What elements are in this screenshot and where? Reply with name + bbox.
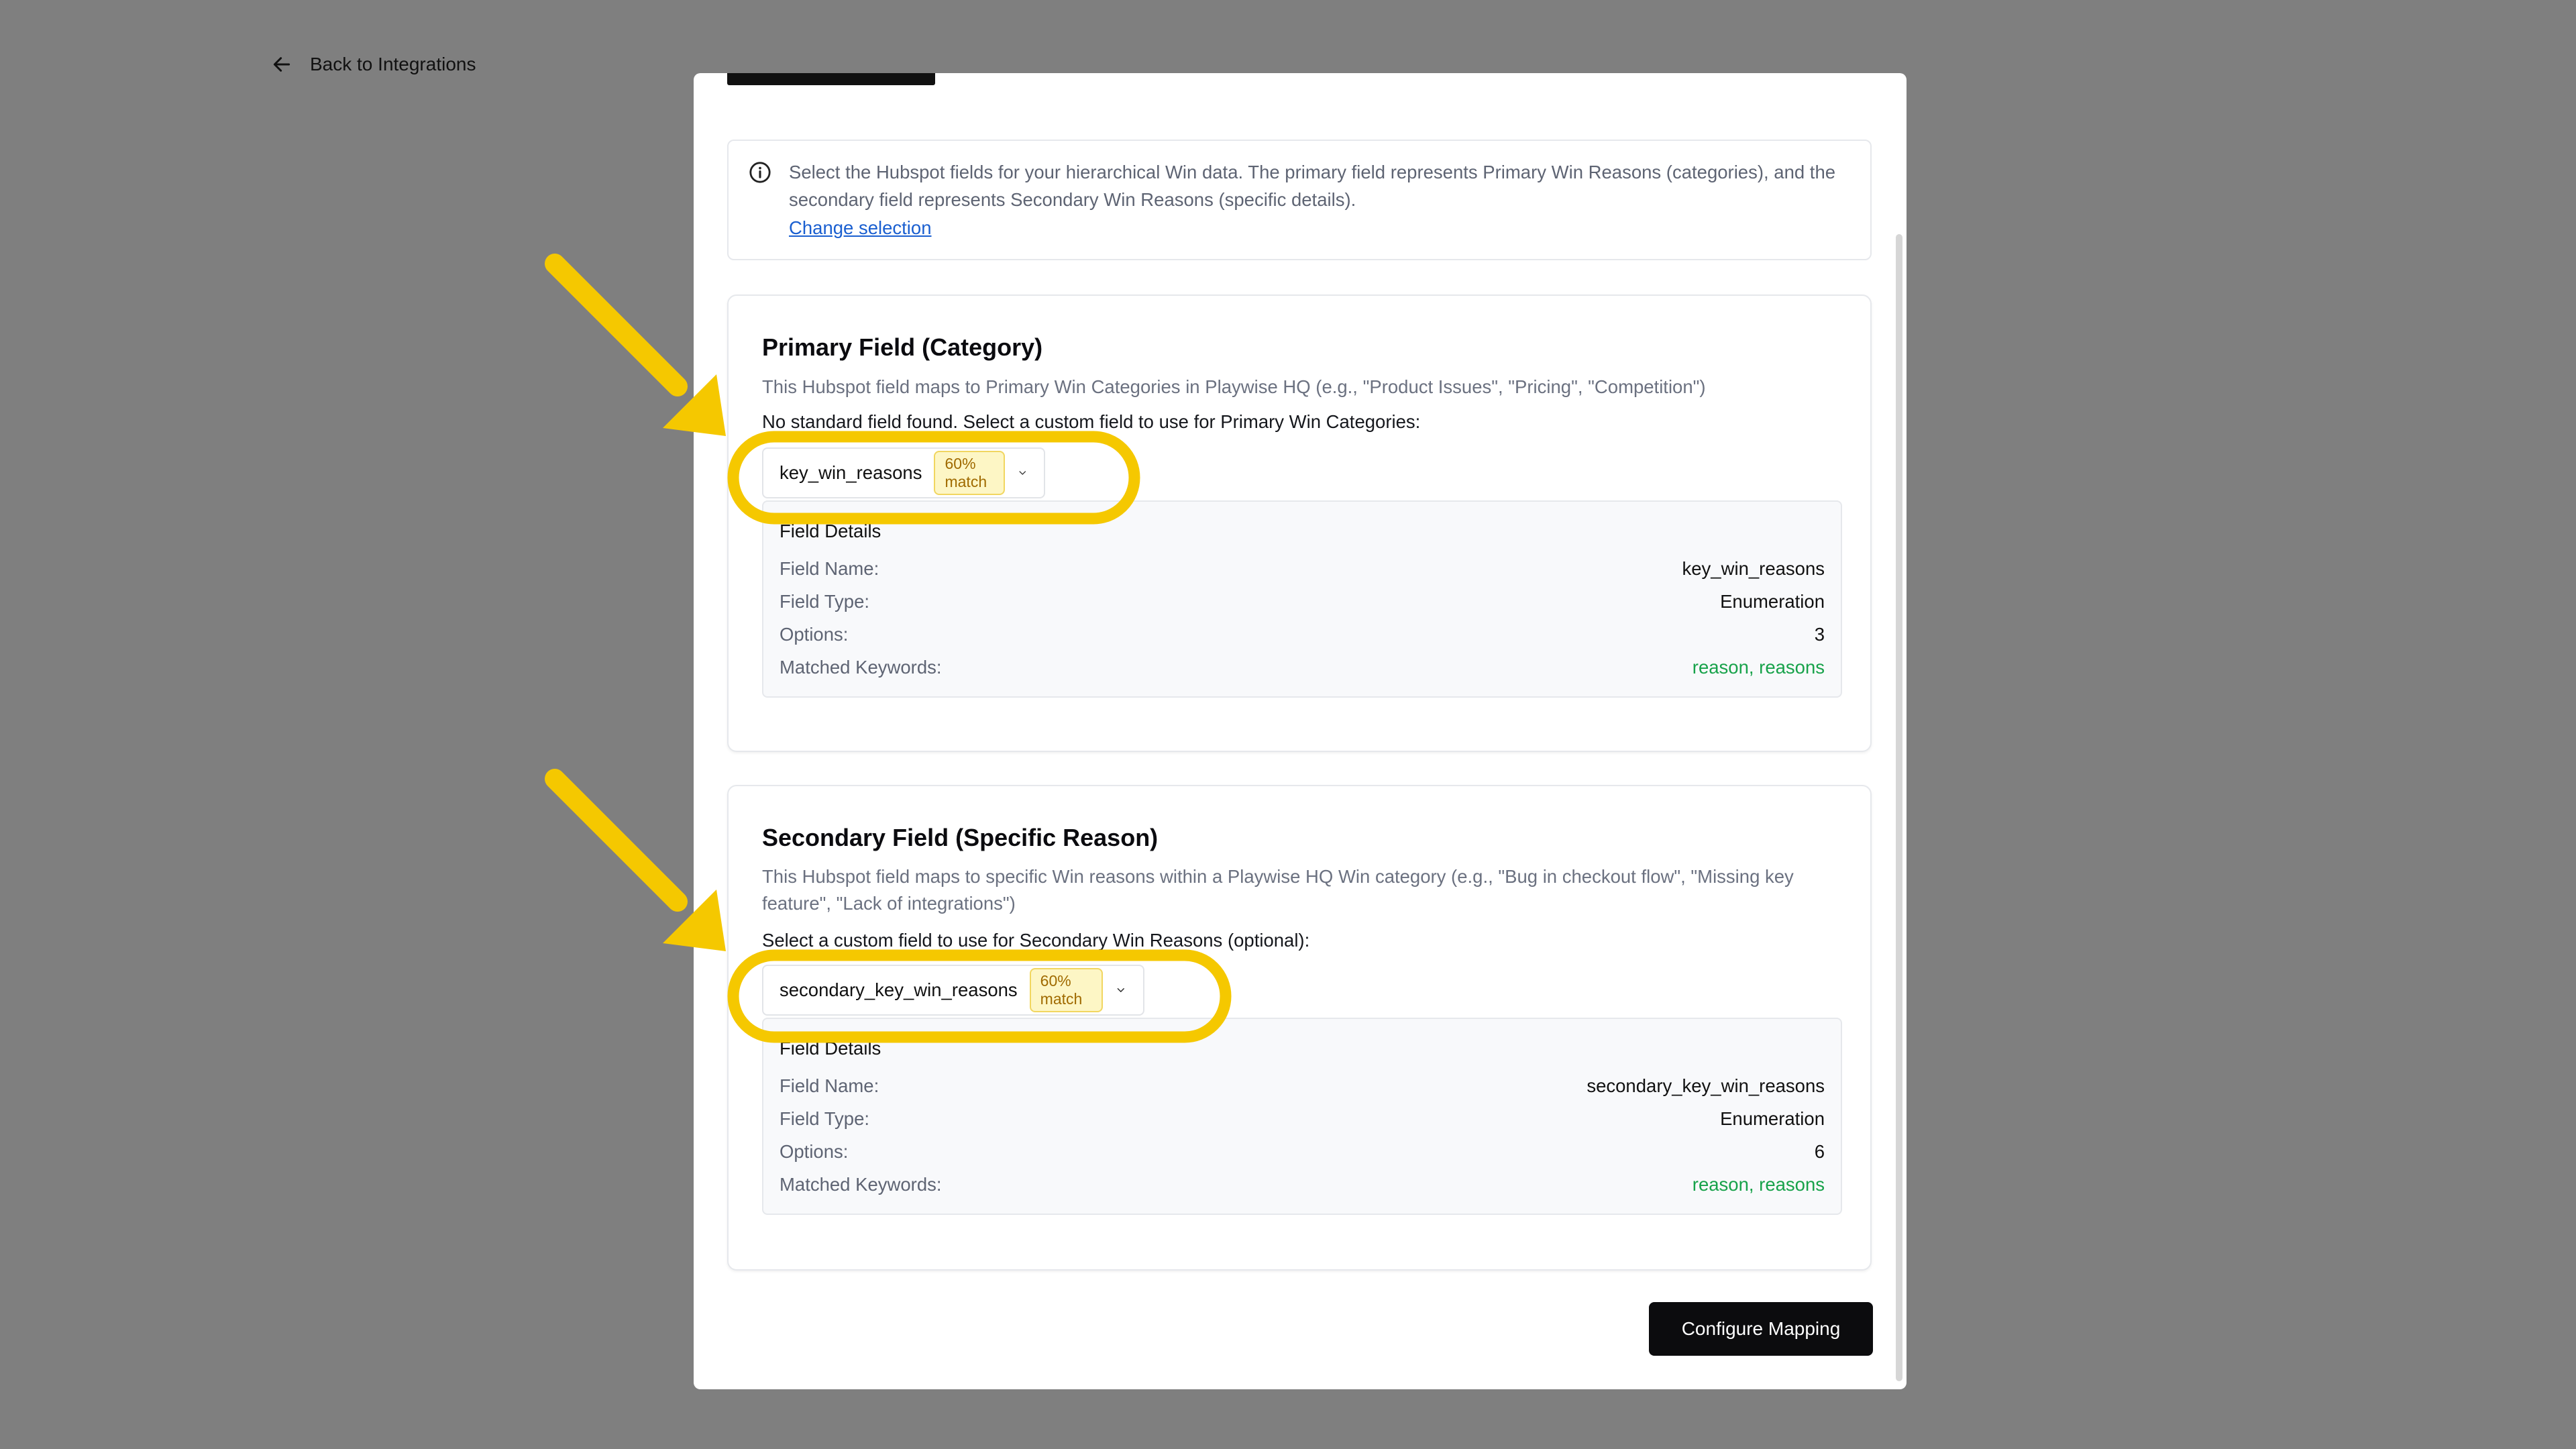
detail-label: Field Type: [780,1108,870,1129]
primary-field-card: Primary Field (Category) This Hubspot fi… [727,294,1872,752]
detail-label: Field Name: [780,558,879,579]
info-icon [749,162,771,183]
secondary-field-title: Secondary Field (Specific Reason) [762,824,1159,851]
matched-keywords-value: reason, reasons [1692,657,1825,678]
secondary-field-details: Field Details Field Name: secondary_key_… [762,1018,1842,1215]
detail-label: Field Name: [780,1075,879,1096]
secondary-select-value: secondary_key_win_reasons [780,979,1018,1000]
configure-mapping-button[interactable]: Configure Mapping [1649,1302,1873,1356]
matched-keywords-value: reason, reasons [1692,1174,1825,1195]
detail-row-field-type: Field Type: Enumeration [780,588,1825,615]
detail-row-options: Options: 6 [780,1138,1825,1165]
scrollbar[interactable] [1896,234,1902,1381]
secondary-field-description: This Hubspot field maps to specific Win … [762,866,1794,914]
primary-field-prompt: No standard field found. Select a custom… [762,411,1421,432]
match-badge: 60% match [934,451,1005,495]
info-text: Select the Hubspot fields for your hiera… [789,162,1836,210]
detail-row-matched-keywords: Matched Keywords: reason, reasons [780,654,1825,681]
detail-label: Field Type: [780,591,870,612]
detail-row-field-type: Field Type: Enumeration [780,1106,1825,1132]
secondary-field-prompt: Select a custom field to use for Seconda… [762,930,1310,951]
details-title: Field Details [780,521,881,541]
detail-row-field-name: Field Name: secondary_key_win_reasons [780,1073,1825,1099]
detail-row-matched-keywords: Matched Keywords: reason, reasons [780,1171,1825,1198]
detail-value: Enumeration [1720,591,1825,612]
change-selection-link[interactable]: Change selection [789,217,932,239]
detail-label: Options: [780,624,849,645]
chevron-down-icon [1118,988,1125,992]
back-link-label: Back to Integrations [310,54,476,74]
detail-label: Options: [780,1141,849,1162]
chevron-down-icon [1018,471,1026,475]
primary-field-details: Field Details Field Name: key_win_reason… [762,500,1842,698]
match-badge: 60% match [1029,968,1104,1012]
detail-value: 6 [1814,1141,1825,1162]
detail-value: secondary_key_win_reasons [1587,1075,1825,1096]
detail-value: Enumeration [1720,1108,1825,1129]
secondary-field-card: Secondary Field (Specific Reason) This H… [727,785,1872,1271]
primary-select-value: key_win_reasons [780,462,922,483]
primary-field-title: Primary Field (Category) [762,333,1043,361]
detail-value: 3 [1814,624,1825,645]
details-title: Field Details [780,1038,881,1059]
info-notice: Select the Hubspot fields for your hiera… [727,140,1872,260]
detail-label: Matched Keywords: [780,657,942,678]
detail-label: Matched Keywords: [780,1174,942,1195]
progress-indicator [727,73,935,85]
detail-value: key_win_reasons [1682,558,1825,579]
primary-field-select[interactable]: key_win_reasons 60% match [762,447,1045,498]
detail-row-field-name: Field Name: key_win_reasons [780,555,1825,582]
secondary-field-select[interactable]: secondary_key_win_reasons 60% match [762,965,1144,1016]
arrow-left-icon [273,57,290,72]
detail-row-options: Options: 3 [780,621,1825,648]
primary-field-description: This Hubspot field maps to Primary Win C… [762,376,1706,397]
back-to-integrations-link[interactable]: Back to Integrations [271,51,476,78]
field-mapping-modal: Select the Hubspot fields for your hiera… [694,73,1907,1389]
